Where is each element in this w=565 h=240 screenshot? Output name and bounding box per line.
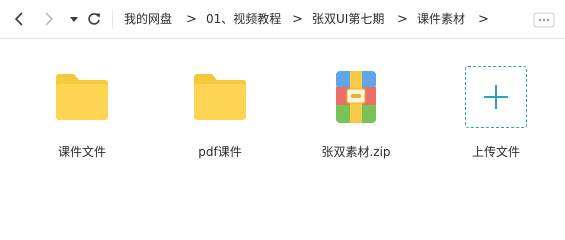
breadcrumb-separator: >	[478, 12, 489, 27]
chevron-left-icon	[14, 12, 23, 26]
zip-archive-icon	[323, 64, 389, 130]
folder-icon	[49, 64, 115, 130]
file-name: 课件文件	[57, 145, 106, 159]
chevron-right-icon	[45, 12, 54, 26]
more-button[interactable]	[533, 12, 555, 28]
upload-label: 上传文件	[471, 145, 520, 159]
folder-icon	[187, 64, 253, 130]
plus-icon	[484, 85, 508, 109]
breadcrumb-separator: >	[397, 12, 408, 27]
upload-button[interactable]	[465, 66, 527, 128]
breadcrumb-separator: >	[292, 12, 303, 27]
caret-down-icon	[70, 17, 78, 22]
file-item-folder-courseware[interactable]: 课件文件	[36, 64, 128, 160]
toolbar: 我的网盘 > 01、视频教程 > 张双UI第七期 > 课件素材 >	[0, 0, 565, 39]
back-button[interactable]	[10, 9, 30, 29]
upload-file-tile[interactable]: 上传文件	[450, 64, 542, 160]
file-name: 张双素材.zip	[321, 145, 391, 159]
history-dropdown-button[interactable]	[64, 9, 84, 29]
refresh-button[interactable]	[84, 9, 104, 29]
breadcrumb-item-my-drive[interactable]: 我的网盘	[124, 0, 172, 39]
breadcrumb-item-course-period[interactable]: 张双UI第七期	[312, 0, 384, 39]
file-item-zip[interactable]: 张双素材.zip	[310, 64, 402, 160]
refresh-icon	[88, 13, 100, 25]
toolbar-divider	[112, 10, 113, 29]
breadcrumb-item-course-materials[interactable]: 课件素材	[417, 0, 465, 39]
forward-button[interactable]	[38, 9, 58, 29]
file-item-folder-pdf[interactable]: pdf课件	[174, 64, 266, 160]
breadcrumb-separator: >	[186, 12, 197, 27]
breadcrumb-item-video-tutorials[interactable]: 01、视频教程	[206, 0, 281, 39]
file-name: pdf课件	[198, 145, 242, 159]
more-icon	[533, 12, 555, 28]
